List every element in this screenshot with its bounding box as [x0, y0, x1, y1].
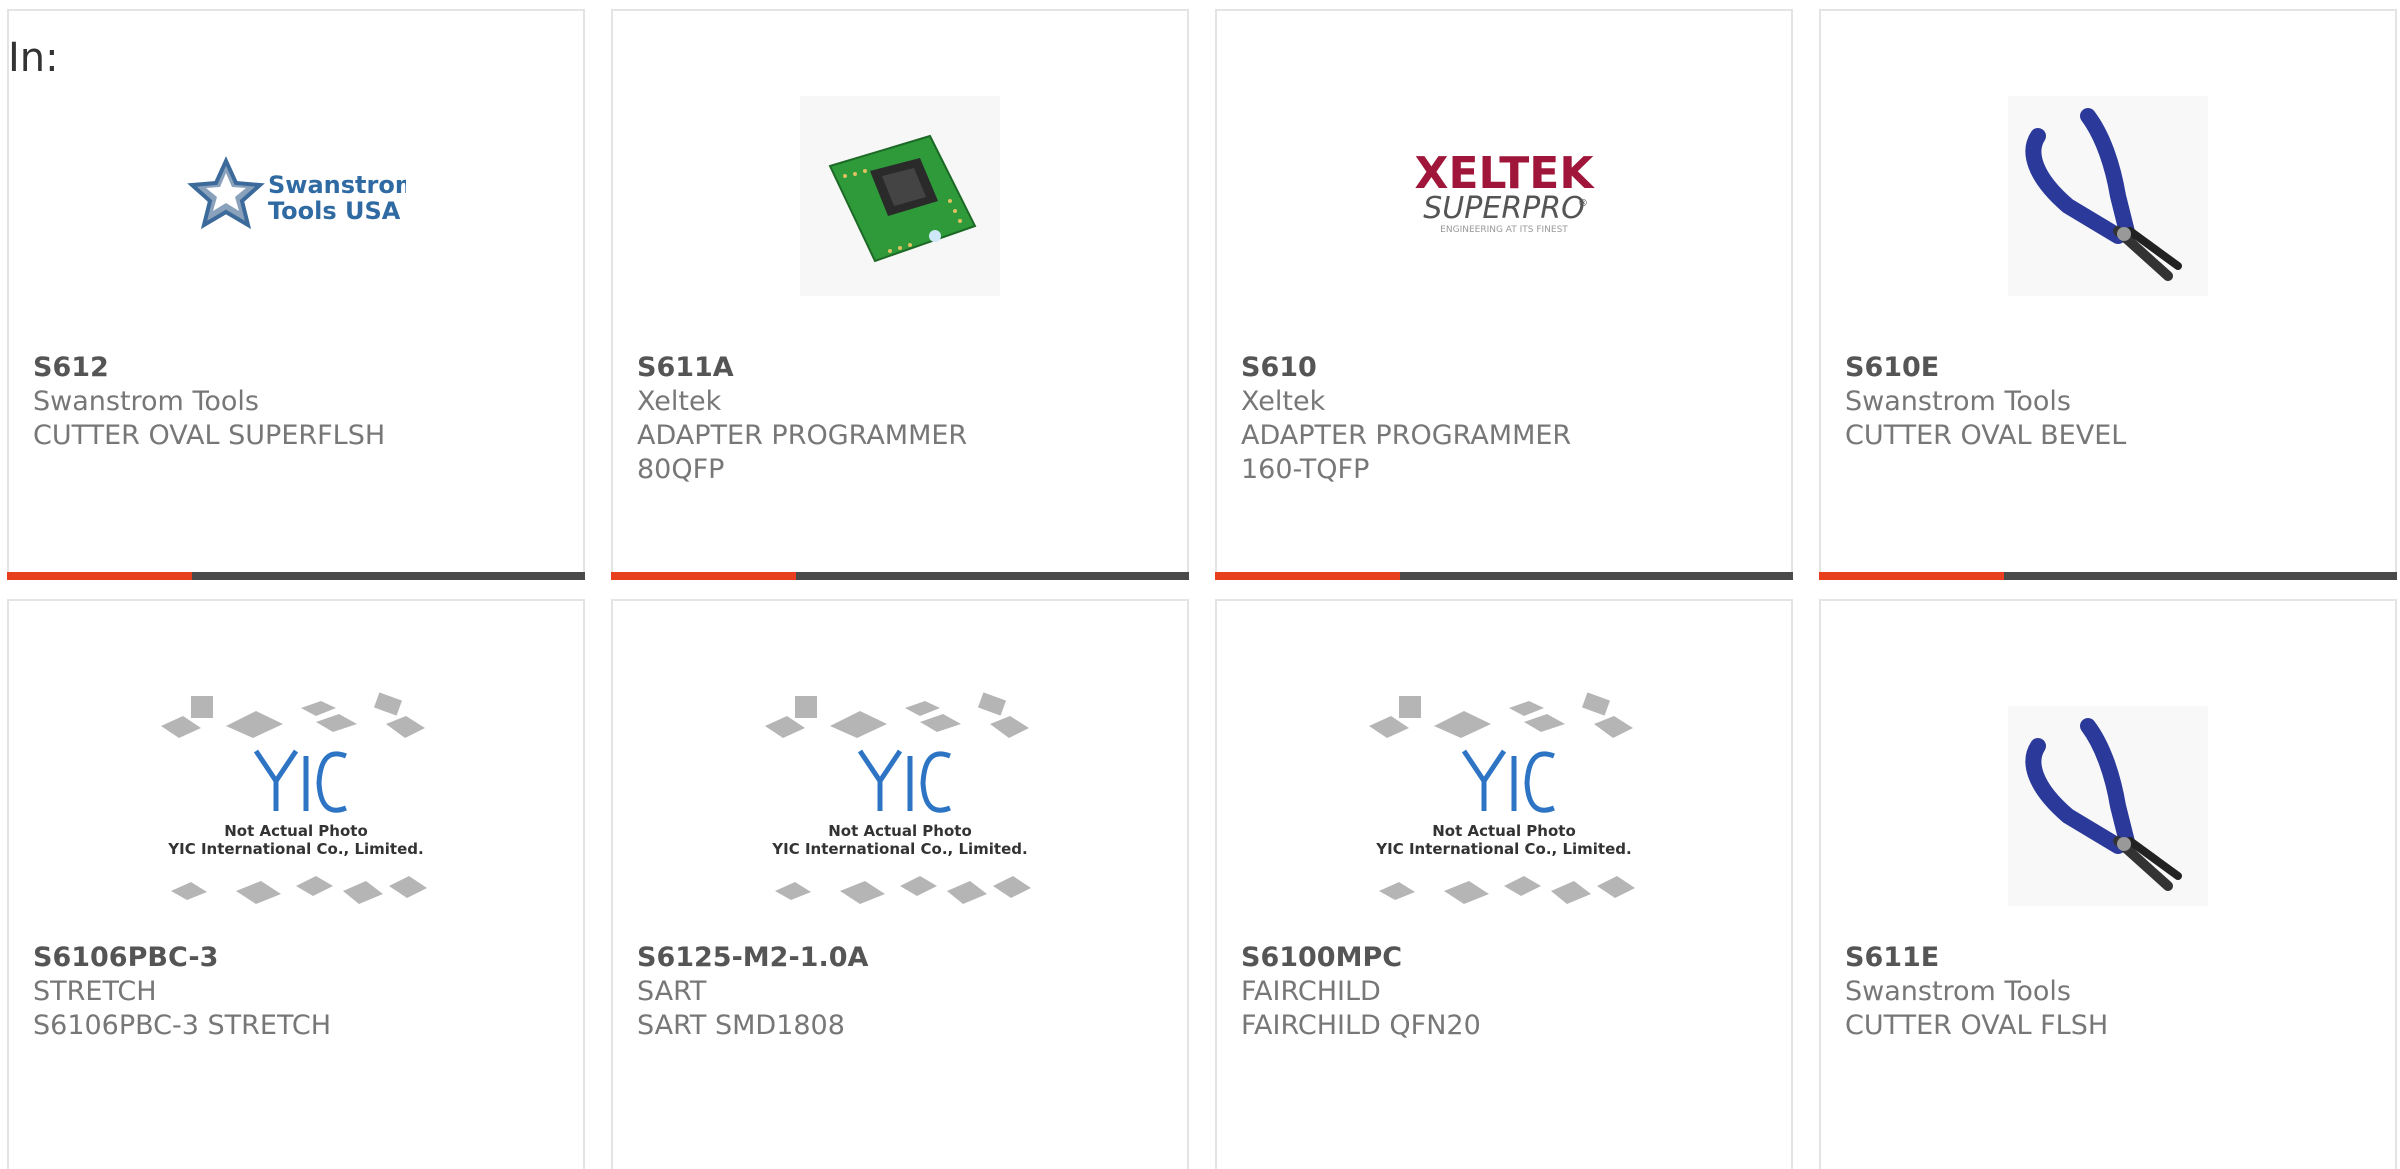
card-accent-bar-fill: [611, 572, 796, 580]
card-accent-bar: [611, 572, 1189, 580]
description: FAIRCHILD QFN20: [1241, 1010, 1481, 1041]
description: S6106PBC-3 STRETCH: [33, 1010, 332, 1041]
product-card[interactable]: S611E Swanstrom Tools CUTTER OVAL FLSH: [1819, 599, 2397, 1169]
part-number-link[interactable]: S611E: [1845, 941, 2365, 975]
product-card[interactable]: S611A Xeltek ADAPTER PROGRAMMER 80QFP: [611, 9, 1189, 580]
part-number-link[interactable]: S610E: [1845, 351, 2365, 385]
filter-in-label: In:: [8, 35, 59, 81]
placeholder-line2: YIC International Co., Limited.: [771, 840, 1027, 858]
description: ADAPTER PROGRAMMER 80QFP: [637, 420, 968, 485]
description: CUTTER OVAL SUPERFLSH: [33, 420, 386, 451]
card-accent-bar-fill: [1819, 572, 2004, 580]
product-card[interactable]: XELTEK SUPERPRO ® ENGINEERING AT ITS FIN…: [1215, 9, 1793, 580]
description: SART SMD1808: [637, 1010, 845, 1041]
placeholder-line1: Not Actual Photo: [1432, 822, 1576, 840]
card-accent-bar: [7, 572, 585, 580]
manufacturer: SART: [637, 976, 707, 1007]
logo-text-line2: Tools USA: [268, 197, 401, 225]
product-card[interactable]: Not Actual Photo YIC International Co., …: [611, 599, 1189, 1169]
adapter-board-image[interactable]: [765, 81, 1035, 311]
manufacturer: STRETCH: [33, 976, 157, 1007]
superpro-logo-text: SUPERPRO: [1423, 191, 1584, 226]
manufacturer: Xeltek: [1241, 386, 1326, 417]
manufacturer: FAIRCHILD: [1241, 976, 1381, 1007]
part-number-link[interactable]: S6100MPC: [1241, 941, 1761, 975]
yic-placeholder-image[interactable]: Not Actual Photo YIC International Co., …: [161, 681, 431, 931]
yic-placeholder-image[interactable]: Not Actual Photo YIC International Co., …: [765, 681, 1035, 931]
description: ADAPTER PROGRAMMER 160-TQFP: [1241, 420, 1572, 485]
product-card[interactable]: S610E Swanstrom Tools CUTTER OVAL BEVEL: [1819, 9, 2397, 580]
product-card[interactable]: Swanstrom Tools USA S612 Swanstrom Tools…: [7, 9, 585, 580]
registered-mark: ®: [1578, 198, 1588, 209]
manufacturer: Swanstrom Tools: [33, 386, 259, 417]
cutter-pliers-image[interactable]: [1973, 81, 2243, 311]
card-accent-bar-fill: [1215, 572, 1400, 580]
part-number-link[interactable]: S612: [33, 351, 553, 385]
manufacturer: Swanstrom Tools: [1845, 386, 2071, 417]
xeltek-logo-image[interactable]: XELTEK SUPERPRO ® ENGINEERING AT ITS FIN…: [1369, 81, 1639, 311]
product-card[interactable]: Not Actual Photo YIC International Co., …: [1215, 599, 1793, 1169]
card-accent-bar: [1215, 572, 1793, 580]
cutter-pliers-image[interactable]: [1973, 681, 2243, 931]
part-number-link[interactable]: S6106PBC-3: [33, 941, 553, 975]
description: CUTTER OVAL BEVEL: [1845, 420, 2127, 451]
placeholder-line1: Not Actual Photo: [828, 822, 972, 840]
placeholder-line2: YIC International Co., Limited.: [167, 840, 423, 858]
product-card[interactable]: Not Actual Photo YIC International Co., …: [7, 599, 585, 1169]
manufacturer: Xeltek: [637, 386, 722, 417]
part-number-link[interactable]: S6125-M2-1.0A: [637, 941, 1157, 975]
tagline-text: ENGINEERING AT ITS FINEST: [1440, 225, 1568, 235]
part-number-link[interactable]: S610: [1241, 351, 1761, 385]
part-number-link[interactable]: S611A: [637, 351, 1157, 385]
logo-text-line1: Swanstrom: [268, 171, 406, 199]
manufacturer: Swanstrom Tools: [1845, 976, 2071, 1007]
card-accent-bar: [1819, 572, 2397, 580]
placeholder-line1: Not Actual Photo: [224, 822, 368, 840]
yic-placeholder-image[interactable]: Not Actual Photo YIC International Co., …: [1369, 681, 1639, 931]
placeholder-line2: YIC International Co., Limited.: [1375, 840, 1631, 858]
card-accent-bar-fill: [7, 572, 192, 580]
swanstrom-logo-image[interactable]: Swanstrom Tools USA: [161, 81, 431, 311]
description: CUTTER OVAL FLSH: [1845, 1010, 2109, 1041]
